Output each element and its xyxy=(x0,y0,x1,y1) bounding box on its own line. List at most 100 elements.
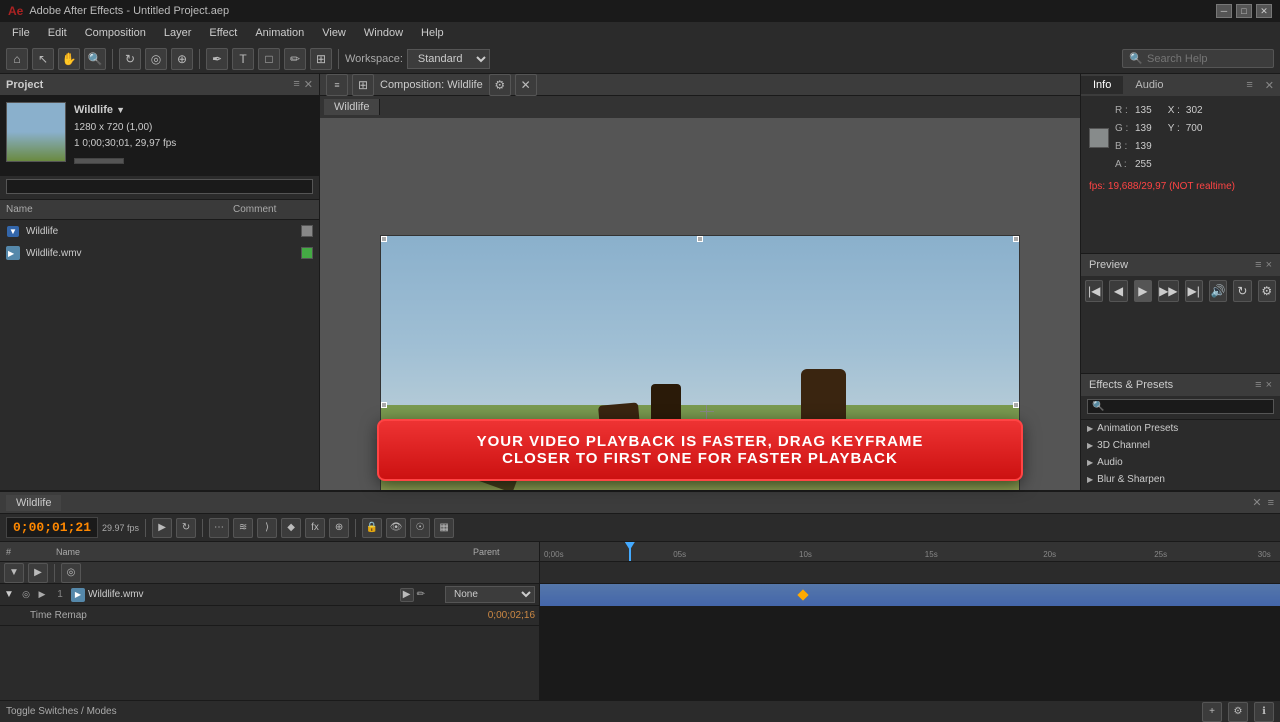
status-bar: Toggle Switches / Modes + ⚙ ℹ xyxy=(0,700,1280,722)
tl-draft-btn[interactable]: ⟩ xyxy=(257,518,277,538)
hand-tool[interactable]: ✋ xyxy=(58,48,80,70)
preview-play-btn[interactable]: ▶ xyxy=(1134,280,1152,302)
layer-1-name[interactable]: Wildlife.wmv xyxy=(88,589,397,600)
status-info-btn[interactable]: ℹ xyxy=(1254,702,1274,722)
tl-frame-blend-btn[interactable]: ≋ xyxy=(233,518,253,538)
info-panel-close[interactable]: ✕ xyxy=(1259,79,1280,92)
footage-icon: ▶ xyxy=(6,246,20,260)
tab-info[interactable]: Info xyxy=(1081,76,1123,94)
comp-close-btn[interactable]: ✕ xyxy=(515,74,537,96)
tl-play-btn[interactable]: ▶ xyxy=(152,518,172,538)
info-panel-menu[interactable]: ≡ xyxy=(1240,79,1258,91)
project-item-wildlife-footage[interactable]: ▶ Wildlife.wmv xyxy=(0,242,319,264)
timeline-timecode[interactable]: 0;00;01;21 xyxy=(6,517,98,538)
audio-triangle: ▶ xyxy=(1087,458,1093,467)
project-search-input[interactable] xyxy=(6,179,313,194)
search-help-input[interactable] xyxy=(1147,53,1267,65)
layer-solo-all[interactable]: ◎ xyxy=(61,563,81,583)
comp-snap-btn[interactable]: ⊞ xyxy=(352,74,374,96)
tl-loop-btn[interactable]: ↻ xyxy=(176,518,196,538)
effects-search xyxy=(1081,396,1280,420)
close-button[interactable]: ✕ xyxy=(1256,4,1272,18)
effects-close-icon[interactable]: × xyxy=(1266,379,1272,391)
tl-label-btn[interactable]: ▦ xyxy=(434,518,454,538)
sub-layer-timecode: 0;00;02;16 xyxy=(488,610,535,621)
project-panel-menu-icon[interactable]: ≡ xyxy=(293,78,299,91)
menu-file[interactable]: File xyxy=(4,25,38,41)
status-add-layer-btn[interactable]: + xyxy=(1202,702,1222,722)
layer-panel: # Name Parent ▼ ▶ ◎ ▼ ◎ ▶ 1 ▶ xyxy=(0,542,540,700)
preview-audio-btn[interactable]: 🔊 xyxy=(1209,280,1227,302)
preview-first-btn[interactable]: |◀ xyxy=(1085,280,1103,302)
video-icon[interactable]: ▶ xyxy=(35,588,49,602)
pan-tool[interactable]: ⊕ xyxy=(171,48,193,70)
effect-3d-channel[interactable]: ▶ 3D Channel xyxy=(1081,437,1280,454)
pen-tool[interactable]: ✒ xyxy=(206,48,228,70)
menu-animation[interactable]: Animation xyxy=(247,25,312,41)
select-tool[interactable]: ↖ xyxy=(32,48,54,70)
menu-help[interactable]: Help xyxy=(413,25,452,41)
item-color-box-2 xyxy=(301,247,313,259)
tl-motion-blur-btn[interactable]: ⋯ xyxy=(209,518,229,538)
tl-shy-btn[interactable]: 👁 xyxy=(386,518,406,538)
project-item-wildlife-comp[interactable]: ▼ Wildlife xyxy=(0,220,319,242)
menu-edit[interactable]: Edit xyxy=(40,25,75,41)
timeline-wildlife-tab[interactable]: Wildlife xyxy=(6,495,61,511)
menu-layer[interactable]: Layer xyxy=(156,25,200,41)
status-settings-btn[interactable]: ⚙ xyxy=(1228,702,1248,722)
preview-menu-icon[interactable]: ≡ xyxy=(1255,259,1261,271)
effects-menu-icon[interactable]: ≡ xyxy=(1255,379,1261,391)
comp-settings-btn[interactable]: ⚙ xyxy=(489,74,511,96)
wildlife-tab[interactable]: Wildlife xyxy=(324,99,380,115)
title-bar-controls[interactable]: ─ □ ✕ xyxy=(1216,4,1272,18)
blur-label: Blur & Sharpen xyxy=(1097,474,1165,485)
effect-animation-presets[interactable]: ▶ Animation Presets xyxy=(1081,420,1280,437)
preview-next-btn[interactable]: ▶▶ xyxy=(1158,280,1178,302)
effect-audio[interactable]: ▶ Audio xyxy=(1081,454,1280,471)
camera-tool[interactable]: ◎ xyxy=(145,48,167,70)
tl-adjust-btn[interactable]: ⊕ xyxy=(329,518,349,538)
zoom-tool[interactable]: 🔍 xyxy=(84,48,106,70)
parent-dropdown[interactable]: None xyxy=(445,586,535,603)
maximize-button[interactable]: □ xyxy=(1236,4,1252,18)
project-panel-close-icon[interactable]: ✕ xyxy=(304,78,313,91)
preview-prev-btn[interactable]: ◀ xyxy=(1109,280,1127,302)
pen-icon[interactable]: ✏ xyxy=(417,589,425,600)
playhead[interactable] xyxy=(629,542,631,561)
text-tool[interactable]: T xyxy=(232,48,254,70)
effects-search-input[interactable] xyxy=(1087,399,1274,414)
rotate-tool[interactable]: ↻ xyxy=(119,48,141,70)
comp-menu-btn[interactable]: ≡ xyxy=(326,74,348,96)
layer-1-expand[interactable]: ▼ xyxy=(4,589,16,600)
timeline-menu-icon[interactable]: ≡ xyxy=(1268,497,1274,509)
tl-expression-btn[interactable]: fx xyxy=(305,518,325,538)
preview-settings-btn[interactable]: ⚙ xyxy=(1258,280,1276,302)
timeline-close-icon[interactable]: ✕ xyxy=(1252,496,1261,509)
minimize-button[interactable]: ─ xyxy=(1216,4,1232,18)
paint-tool[interactable]: ✏ xyxy=(284,48,306,70)
preview-last-btn[interactable]: ▶| xyxy=(1185,280,1203,302)
workspace-dropdown[interactable]: Standard All Panels Minimal xyxy=(407,49,490,69)
layer-expand-btn[interactable]: ▼ xyxy=(4,563,24,583)
y-value: 700 xyxy=(1186,120,1203,138)
tab-audio[interactable]: Audio xyxy=(1123,76,1175,94)
menu-composition[interactable]: Composition xyxy=(77,25,154,41)
layer-add-btn[interactable]: ▶ xyxy=(28,563,48,583)
layer-1-thumb: ▶ xyxy=(71,588,85,602)
menu-view[interactable]: View xyxy=(314,25,354,41)
effect-blur-sharpen[interactable]: ▶ Blur & Sharpen xyxy=(1081,471,1280,488)
tl-lock-btn[interactable]: 🔒 xyxy=(362,518,382,538)
tl-keyframe-btn[interactable]: ◆ xyxy=(281,518,301,538)
solo-icon[interactable]: ◎ xyxy=(19,588,33,602)
preview-loop-btn[interactable]: ↻ xyxy=(1233,280,1251,302)
home-button[interactable]: ⌂ xyxy=(6,48,28,70)
shape-tool[interactable]: □ xyxy=(258,48,280,70)
project-panel-controls[interactable]: ≡ ✕ xyxy=(293,78,313,91)
menu-window[interactable]: Window xyxy=(356,25,411,41)
layer-1-edit-btn[interactable]: ▶ xyxy=(400,588,414,602)
tl-solo-btn[interactable]: ☉ xyxy=(410,518,430,538)
preview-close-icon[interactable]: × xyxy=(1266,259,1272,271)
clone-tool[interactable]: ⊞ xyxy=(310,48,332,70)
notification-banner: YOUR VIDEO PLAYBACK IS FASTER, DRAG KEYF… xyxy=(320,410,1080,490)
menu-effect[interactable]: Effect xyxy=(201,25,245,41)
